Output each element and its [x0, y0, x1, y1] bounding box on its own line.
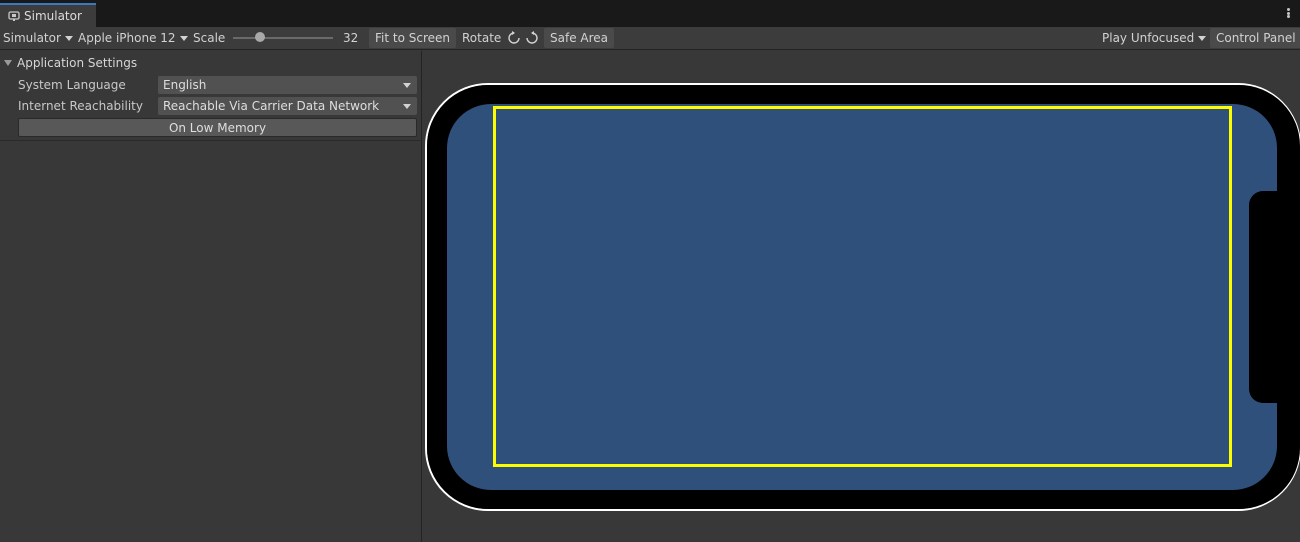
control-panel-button[interactable]: Control Panel	[1210, 28, 1300, 48]
rotate-right-icon[interactable]	[525, 31, 539, 45]
rotate-left-icon[interactable]	[507, 31, 521, 45]
device-preview	[425, 83, 1300, 511]
system-language-dropdown[interactable]: English	[158, 76, 417, 94]
scale-value: 32	[343, 31, 359, 45]
safe-area-button[interactable]: Safe Area	[544, 28, 615, 48]
tab-title: Simulator	[24, 9, 82, 23]
device-dropdown[interactable]: Apple iPhone 12	[78, 28, 188, 48]
device-dropdown-label: Apple iPhone 12	[78, 31, 176, 45]
system-language-label: System Language	[18, 78, 126, 92]
settings-header-label: Application Settings	[17, 56, 138, 70]
scale-slider-track[interactable]	[233, 37, 333, 39]
scale-slider-thumb[interactable]	[255, 32, 265, 42]
chevron-down-icon	[64, 35, 73, 41]
toolbar: Simulator Apple iPhone 12 Scale 32 Fit t…	[0, 27, 1300, 50]
on-low-memory-button[interactable]: On Low Memory	[18, 118, 417, 137]
device-screen	[447, 104, 1277, 490]
tab-bar: Simulator	[0, 0, 1300, 27]
play-mode-label: Play Unfocused	[1102, 31, 1195, 45]
chevron-down-icon	[403, 103, 411, 109]
simulator-icon	[8, 11, 20, 21]
internet-reachability-dropdown[interactable]: Reachable Via Carrier Data Network	[158, 97, 417, 115]
chevron-down-icon	[179, 35, 188, 41]
system-language-value: English	[163, 78, 207, 92]
tab-simulator[interactable]: Simulator	[0, 3, 96, 27]
internet-reachability-value: Reachable Via Carrier Data Network	[163, 99, 380, 113]
more-options-icon[interactable]	[1284, 6, 1292, 20]
play-mode-dropdown[interactable]: Play Unfocused	[1102, 28, 1207, 48]
internet-reachability-label: Internet Reachability	[18, 99, 143, 113]
chevron-down-icon	[403, 82, 411, 88]
device-viewport[interactable]	[423, 51, 1300, 542]
scale-label: Scale	[193, 31, 226, 45]
mode-dropdown-label: Simulator	[3, 31, 61, 45]
chevron-down-icon	[1198, 35, 1207, 41]
mode-dropdown[interactable]: Simulator	[3, 28, 73, 48]
rotate-label: Rotate	[462, 31, 502, 45]
settings-foldout[interactable]: Application Settings	[4, 56, 137, 70]
fit-to-screen-button[interactable]: Fit to Screen	[369, 28, 456, 48]
panel-divider	[0, 140, 422, 141]
foldout-triangle-icon	[4, 60, 12, 66]
settings-panel: Application Settings System Language Eng…	[0, 51, 422, 542]
